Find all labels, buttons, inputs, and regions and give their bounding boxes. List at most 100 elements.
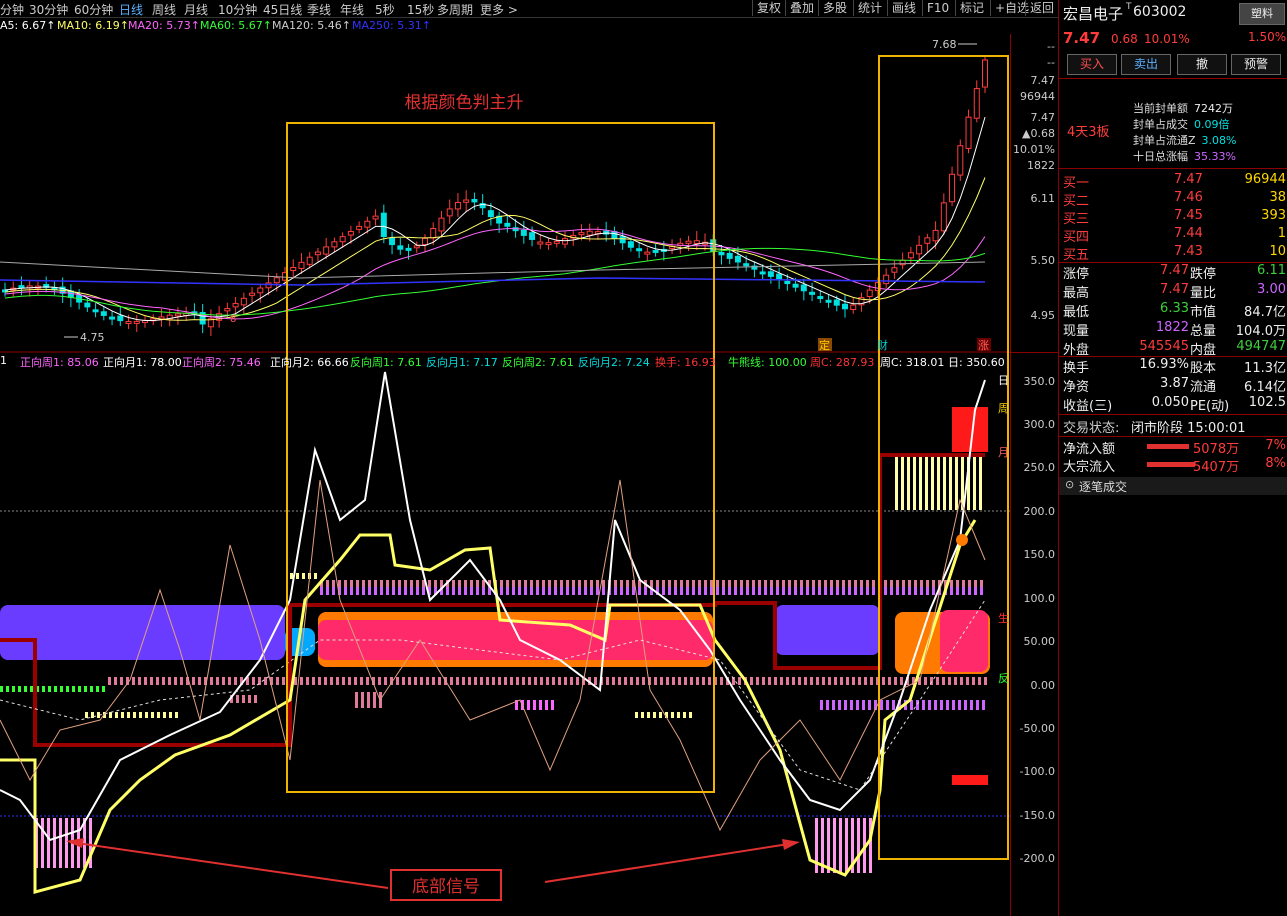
period-tab[interactable]: 更多 >	[480, 1, 518, 18]
bid-volume: 96944	[1244, 172, 1286, 187]
stock-chart[interactable]: 底部信号 根据颜色判主升 7.68 4.75 8 定 财 涨 日 周 月 生 反	[0, 34, 1058, 916]
period-tab[interactable]: 10分钟	[218, 1, 257, 18]
indicator-axis-label: 200.0	[1023, 505, 1056, 518]
stats-row: 收益(三) 0.050 PE(动) 102.5	[1063, 395, 1286, 414]
stats-value: 0.050	[1151, 395, 1189, 410]
stats-row: 最高 7.47 量比 3.00	[1063, 282, 1286, 301]
bid-price: 7.47	[1174, 172, 1203, 187]
stats-key: 跌停	[1190, 267, 1217, 282]
bid-row[interactable]: 买五 7.43 10	[1063, 244, 1286, 263]
bid-price: 7.43	[1174, 244, 1203, 259]
toolbar-button[interactable]: 画线	[887, 0, 920, 16]
stats-key: 现量	[1063, 324, 1090, 339]
bid-row[interactable]: 买三 7.45 393	[1063, 208, 1286, 227]
price-change-pct: 10.01%	[1144, 32, 1190, 46]
indicator-axis-label: 0.00	[1030, 679, 1056, 692]
bid-row[interactable]: 买四 7.44 1	[1063, 226, 1286, 245]
bid-row[interactable]: 买二 7.46 38	[1063, 190, 1286, 209]
bid-label: 买二	[1063, 194, 1090, 209]
stats-value: 7.47	[1160, 282, 1189, 297]
period-tab[interactable]: 45日线	[263, 1, 302, 18]
indicator-axis-label: -200.0	[1019, 852, 1055, 865]
indicator-legend-item: 正向周1: 85.06	[20, 356, 99, 369]
toolbar-button[interactable]: F10	[922, 0, 953, 16]
ma-legend-item: MA10: 6.19↑	[57, 19, 129, 32]
seal-value: 35.33%	[1194, 150, 1236, 163]
indicator-legend-item: 反向月2: 7.24	[578, 356, 650, 369]
sell-button[interactable]: 卖出	[1121, 54, 1171, 75]
bid-label: 买四	[1063, 230, 1090, 245]
alert-button[interactable]: 预警	[1231, 54, 1281, 75]
indicator-legend-item: 反向周2: 7.61	[502, 356, 574, 369]
price-change: 0.68	[1111, 32, 1138, 46]
flow-key: 大宗流入	[1063, 460, 1116, 475]
stats-value: 545545	[1139, 339, 1189, 354]
indicator-legend-item: 日: 350.60	[948, 356, 1005, 369]
price-axis-label: 4.95	[1030, 309, 1056, 322]
price-axis-label: 5.50	[1030, 254, 1056, 267]
stats-row: 换手 16.93% 股本 11.3亿	[1063, 357, 1286, 376]
quote-panel: 宏昌电子 T 603002 塑料 7.47 0.68 10.01% 1.50% …	[1058, 0, 1287, 916]
toolbar-button[interactable]: 统计	[853, 0, 886, 16]
ma-legend-item: MA250: 5.31↑	[352, 19, 431, 32]
ma-legend-item: MA60: 5.67↑	[200, 19, 272, 32]
period-tab[interactable]: 日线	[119, 1, 143, 18]
flow-value: 5078万	[1193, 442, 1240, 457]
period-tab[interactable]: 周线	[152, 1, 176, 18]
period-tab[interactable]: 季线	[307, 1, 331, 18]
indicator-axis-label: -150.0	[1019, 809, 1055, 822]
toolbar-button[interactable]: 叠加	[785, 0, 818, 16]
toolbar-button[interactable]: 复权	[752, 0, 785, 16]
tick-toggle[interactable]: ⊙ 逐笔成交	[1059, 477, 1287, 495]
buy-button[interactable]: 买入	[1067, 54, 1117, 75]
toolbar-button[interactable]: 标记	[955, 0, 988, 16]
bid-row[interactable]: 买一 7.47 96944	[1063, 172, 1286, 191]
stats-value: 104.0万	[1235, 324, 1286, 339]
indicator-legend-item: 周C: 287.93	[810, 356, 875, 369]
stats-key: 市值	[1190, 305, 1217, 320]
flow-pct: 7%	[1265, 438, 1286, 453]
toolbar-button[interactable]: 多股	[818, 0, 851, 16]
flow-key: 净流入额	[1063, 442, 1116, 457]
flow-bar	[1147, 462, 1195, 467]
period-tab[interactable]: 60分钟	[74, 1, 113, 18]
period-tab[interactable]: 年线	[340, 1, 364, 18]
indicator-layer	[0, 371, 1010, 894]
period-tab[interactable]: 多周期	[437, 1, 473, 18]
stats-value: 102.5	[1248, 395, 1286, 410]
period-tab[interactable]: 15秒	[407, 1, 434, 18]
indicator-axis-label: 300.0	[1023, 418, 1056, 431]
cancel-button[interactable]: 撤	[1177, 54, 1227, 75]
flow-row: 净流入额 5078万 7%	[1063, 438, 1286, 457]
bid-price: 7.44	[1174, 226, 1203, 241]
line-label-month: 月	[998, 446, 1009, 459]
period-tab[interactable]: 分钟	[0, 1, 24, 18]
stats-value: 6.14亿	[1244, 380, 1286, 395]
stock-name: 宏昌电子	[1063, 5, 1124, 23]
stats-key: 流通	[1190, 380, 1217, 395]
price-axis-label: 10.01%	[1013, 143, 1055, 156]
flow-row: 大宗流入 5407万 8%	[1063, 456, 1286, 475]
high-price-label: 7.68	[932, 38, 957, 51]
price-axis-label: 6.11	[1030, 192, 1056, 205]
marker-left: 8	[230, 314, 236, 325]
sector-tag[interactable]: 塑料	[1239, 3, 1285, 25]
period-tab[interactable]: 30分钟	[29, 1, 68, 18]
title-overlay-label: 根据颜色判主升	[405, 93, 524, 113]
right-axis: -- -- 7.47 96944 7.47 ▲0.68 10.01% 1822 6.11 5.50…	[1010, 34, 1059, 916]
indicator-axis-label: 250.0	[1023, 461, 1056, 474]
toolbar-button[interactable]: 返回	[1025, 0, 1058, 16]
line-label-week: 周	[998, 402, 1009, 415]
seal-key: 封单占成交	[1133, 118, 1188, 131]
indicator-axis-label: -100.0	[1019, 765, 1055, 778]
period-tab[interactable]: 5秒	[375, 1, 395, 18]
top-toolbar: 分钟 30分钟 60分钟 日线 周线 月线 10分钟 45日线 季线 年线 5秒 15秒 多周期 更多 >…	[0, 0, 1058, 18]
seal-value: 3.08%	[1201, 134, 1237, 147]
stats-value: 3.00	[1257, 282, 1286, 297]
stats-key: 最高	[1063, 286, 1090, 301]
price-axis-label: 1822	[1027, 159, 1055, 172]
bid-volume: 10	[1269, 244, 1286, 259]
period-tab[interactable]: 月线	[184, 1, 208, 18]
arrowhead-left	[66, 838, 84, 848]
indicator-legend-item: 正向周2: 75.46	[182, 356, 261, 369]
